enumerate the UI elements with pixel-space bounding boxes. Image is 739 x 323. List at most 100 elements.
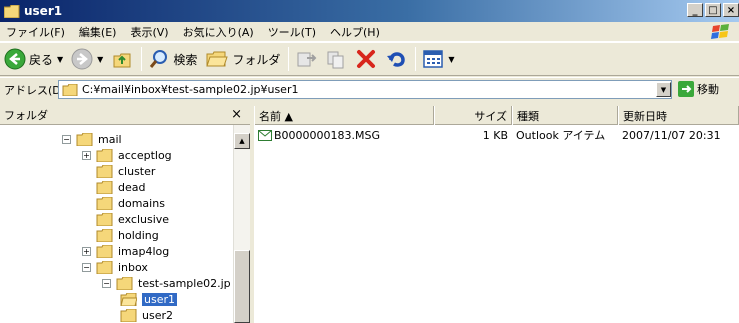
scroll-up-icon[interactable]: ▲ [234, 133, 250, 149]
title-bar: user1 _ □ × [0, 0, 739, 22]
tree-item-label: acceptlog [118, 148, 172, 162]
menu-view[interactable]: 表示(V) [130, 24, 168, 40]
folders-button[interactable]: フォルダ [205, 46, 280, 72]
window-controls: _ □ × [687, 3, 739, 17]
folder-icon [120, 308, 137, 322]
tree-item-label: imap4log [118, 244, 170, 258]
menu-favorites[interactable]: お気に入り(A) [183, 24, 254, 40]
folder-icon [62, 83, 78, 96]
menu-bar: ファイル(F) 編集(E) 表示(V) お気に入り(A) ツール(T) ヘルプ(… [0, 22, 739, 42]
minimize-button[interactable]: _ [687, 3, 703, 17]
views-icon [423, 50, 444, 68]
go-label: 移動 [697, 83, 719, 96]
address-label: アドレス(D) [4, 83, 66, 97]
collapse-icon[interactable]: − [62, 134, 71, 144]
toolbar: 戻る ▼ ▼ 検索 フォルダ ▼ [0, 42, 739, 76]
chevron-down-icon[interactable]: ▼ [97, 55, 103, 64]
toolbar-separator [288, 47, 290, 71]
undo-icon [387, 52, 406, 67]
address-bar: アドレス(D) C:¥mail¥inbox¥test-sample02.jp¥u… [0, 77, 739, 101]
tree-item-label: test-sample02.jp [138, 276, 231, 290]
back-arrow-icon [4, 48, 26, 70]
column-header-modified[interactable]: 更新日時 [618, 106, 739, 125]
address-dropdown-button[interactable]: ▼ [656, 82, 671, 97]
tree-item-imap4log[interactable]: + imap4log [82, 243, 169, 259]
menu-help[interactable]: ヘルプ(H) [330, 24, 380, 40]
toolbar-separator [415, 47, 417, 71]
file-type: Outlook アイテム [516, 129, 606, 142]
folders-icon [206, 51, 229, 67]
undo-button[interactable] [385, 46, 407, 72]
file-size: 1 KB [482, 128, 508, 142]
column-headers: 名前 ▲ サイズ 種類 更新日時 [254, 106, 739, 125]
tree-item-inbox[interactable]: − inbox [82, 259, 148, 275]
menu-edit[interactable]: 編集(E) [79, 24, 117, 40]
folders-pane: フォルダ × − mail + acceptlog cluster dead d… [0, 106, 252, 323]
delete-icon [357, 50, 376, 68]
up-folder-button[interactable] [111, 46, 133, 72]
column-header-size[interactable]: サイズ [434, 106, 512, 125]
folders-scrollbar[interactable]: ▲ [233, 125, 250, 323]
file-modified: 2007/11/07 20:31 [622, 128, 721, 142]
folder-icon [96, 212, 113, 226]
tree-item-label: mail [98, 132, 122, 146]
collapse-icon[interactable]: − [102, 278, 111, 288]
tree-item-mail[interactable]: − mail [62, 131, 122, 147]
tree-item-domains[interactable]: domains [96, 195, 165, 211]
tree-item-label: domains [118, 196, 165, 210]
tree-item-test-sample02[interactable]: − test-sample02.jp [102, 275, 231, 291]
scrollbar-thumb[interactable] [234, 250, 250, 323]
folder-icon [76, 132, 93, 146]
delete-button[interactable] [355, 46, 377, 72]
file-list-pane: 名前 ▲ サイズ 種類 更新日時 B0000000183.MSG 1 KB Ou… [254, 106, 739, 323]
tree-item-dead[interactable]: dead [96, 179, 145, 195]
file-row[interactable]: B0000000183.MSG 1 KB Outlook アイテム 2007/1… [254, 127, 739, 143]
chevron-down-icon[interactable]: ▼ [57, 55, 63, 64]
up-folder-icon [113, 53, 131, 68]
views-button[interactable]: ▼ [422, 46, 455, 72]
menu-file[interactable]: ファイル(F) [6, 24, 65, 40]
file-name: B0000000183.MSG [274, 128, 381, 142]
maximize-button[interactable]: □ [705, 3, 721, 17]
folder-icon [96, 164, 113, 178]
tree-item-user1[interactable]: user1 [120, 291, 177, 307]
move-to-icon [297, 52, 317, 67]
windows-logo-icon [711, 24, 729, 39]
forward-button[interactable]: ▼ [71, 46, 103, 72]
copy-to-button[interactable] [325, 46, 347, 72]
search-label: 検索 [173, 52, 198, 67]
expand-icon[interactable]: + [82, 246, 91, 256]
folder-icon [96, 196, 113, 210]
tree-item-cluster[interactable]: cluster [96, 163, 155, 179]
tree-item-user2[interactable]: user2 [120, 307, 173, 323]
folders-pane-header: フォルダ × [0, 106, 250, 125]
toolbar-separator [141, 47, 143, 71]
address-input[interactable]: C:¥mail¥inbox¥test-sample02.jp¥user1 ▼ [58, 80, 672, 99]
tree-item-acceptlog[interactable]: + acceptlog [82, 147, 172, 163]
address-path: C:¥mail¥inbox¥test-sample02.jp¥user1 [82, 83, 299, 96]
column-header-type[interactable]: 種類 [512, 106, 618, 125]
folders-pane-title: フォルダ [4, 109, 48, 122]
back-button[interactable]: 戻る ▼ [4, 46, 63, 72]
move-to-button[interactable] [295, 46, 317, 72]
file-name-cell: B0000000183.MSG [258, 127, 380, 143]
search-button[interactable]: 検索 [148, 46, 197, 72]
mail-icon [258, 129, 272, 141]
menu-tools[interactable]: ツール(T) [268, 24, 316, 40]
tree-item-holding[interactable]: holding [96, 227, 159, 243]
tree-item-label: user2 [142, 308, 173, 322]
chevron-down-icon[interactable]: ▼ [448, 55, 454, 64]
collapse-icon[interactable]: − [82, 262, 91, 272]
folder-icon [96, 228, 113, 242]
folder-icon [4, 4, 20, 18]
close-button[interactable]: × [723, 3, 739, 17]
go-button[interactable]: 移動 [678, 81, 719, 97]
expand-icon[interactable]: + [82, 150, 91, 160]
back-label: 戻る [29, 52, 54, 67]
folder-icon [96, 244, 113, 258]
tree-item-label: holding [118, 228, 159, 242]
close-icon[interactable]: × [231, 107, 242, 122]
column-header-name[interactable]: 名前 ▲ [254, 106, 434, 125]
tree-item-exclusive[interactable]: exclusive [96, 211, 169, 227]
copy-to-icon [327, 51, 344, 69]
